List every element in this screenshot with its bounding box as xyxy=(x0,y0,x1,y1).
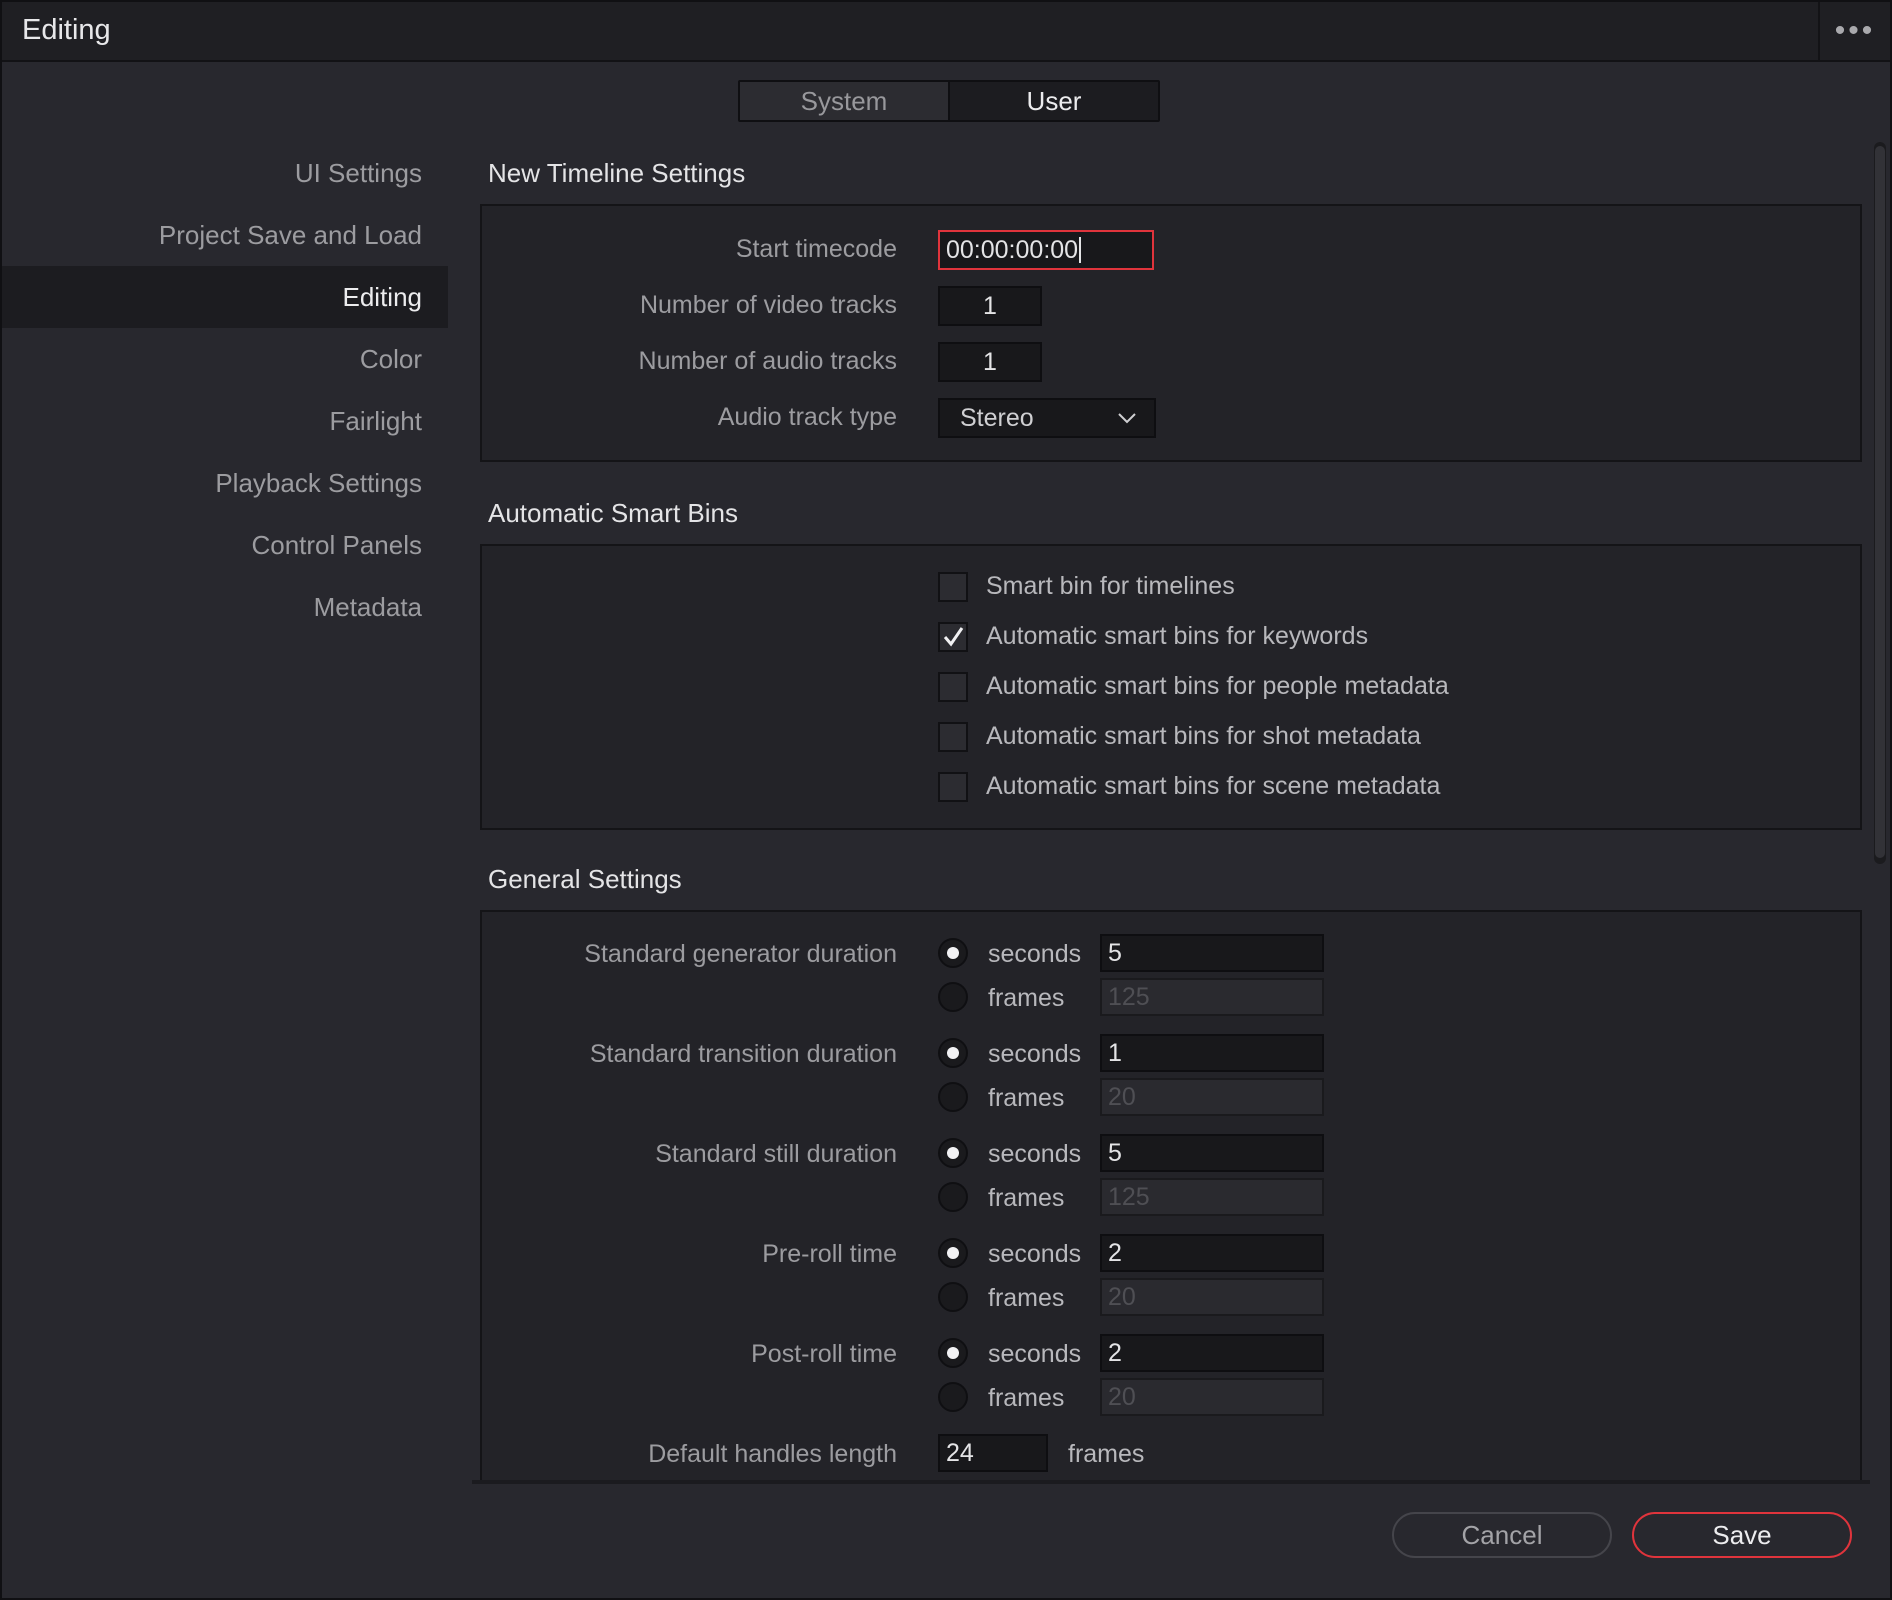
sidebar: UI Settings Project Save and Load Editin… xyxy=(2,142,448,638)
window-title: Editing xyxy=(22,14,111,46)
settings-content: New Timeline Settings Start timecode 00:… xyxy=(472,142,1876,1482)
smart-bins-keywords-label: Automatic smart bins for keywords xyxy=(986,622,1369,650)
smart-bins-shot-label: Automatic smart bins for shot metadata xyxy=(986,722,1421,750)
settings-scrollbar[interactable] xyxy=(1874,142,1886,864)
audio-track-type-select[interactable]: Stereo xyxy=(938,398,1156,438)
transition-seconds-input[interactable]: 1 xyxy=(1100,1034,1324,1072)
automatic-smart-bins-panel: Smart bin for timelines Automatic smart … xyxy=(480,544,1862,830)
handles-length-input[interactable]: 24 xyxy=(938,1434,1048,1472)
pre-roll-label: Pre-roll time xyxy=(762,1240,897,1268)
transition-duration-label: Standard transition duration xyxy=(589,1040,897,1068)
still-seconds-label: seconds xyxy=(988,1140,1082,1168)
still-frames-input[interactable]: 125 xyxy=(1100,1178,1324,1216)
still-frames-label: frames xyxy=(988,1184,1065,1212)
content-bottom-edge xyxy=(472,1480,1870,1484)
still-duration-label: Standard still duration xyxy=(655,1140,897,1168)
still-seconds-input[interactable]: 5 xyxy=(1100,1134,1324,1172)
start-timecode-value: 00:00:00:00 xyxy=(946,235,1079,264)
title-bar: Editing ••• xyxy=(2,2,1890,62)
post-roll-label: Post-roll time xyxy=(751,1340,897,1368)
transition-seconds-radio[interactable] xyxy=(938,1038,968,1068)
pre-roll-seconds-radio[interactable] xyxy=(938,1238,968,1268)
video-tracks-label: Number of video tracks xyxy=(639,291,897,319)
preferences-tabs: System User xyxy=(738,80,1160,122)
tab-user[interactable]: User xyxy=(950,82,1158,120)
new-timeline-settings-panel: Start timecode 00:00:00:00 Number of vid… xyxy=(480,204,1862,462)
smart-bins-shot-checkbox[interactable] xyxy=(938,722,968,752)
tab-system[interactable]: System xyxy=(740,82,950,120)
generator-frames-radio[interactable] xyxy=(938,982,968,1012)
generator-seconds-label: seconds xyxy=(988,940,1082,968)
generator-seconds-input[interactable]: 5 xyxy=(1100,934,1324,972)
smart-bins-keywords-checkbox[interactable] xyxy=(938,622,968,652)
post-roll-frames-label: frames xyxy=(988,1384,1065,1412)
scrollbar-thumb[interactable] xyxy=(1875,146,1885,858)
pre-roll-frames-radio[interactable] xyxy=(938,1282,968,1312)
more-options-icon[interactable]: ••• xyxy=(1818,2,1890,60)
sidebar-item-fairlight[interactable]: Fairlight xyxy=(2,390,448,452)
transition-frames-label: frames xyxy=(988,1084,1065,1112)
pre-roll-frames-input[interactable]: 20 xyxy=(1100,1278,1324,1316)
preferences-window: Editing ••• System User UI Settings Proj… xyxy=(0,0,1892,1600)
post-roll-frames-radio[interactable] xyxy=(938,1382,968,1412)
audio-tracks-input[interactable]: 1 xyxy=(938,342,1042,382)
text-caret xyxy=(1079,237,1082,263)
audio-track-type-label: Audio track type xyxy=(717,403,897,431)
sidebar-item-ui-settings[interactable]: UI Settings xyxy=(2,142,448,204)
video-tracks-input[interactable]: 1 xyxy=(938,286,1042,326)
sidebar-item-control-panels[interactable]: Control Panels xyxy=(2,514,448,576)
handles-length-unit: frames xyxy=(1068,1440,1145,1468)
generator-duration-label: Standard generator duration xyxy=(584,940,897,968)
smart-bins-scene-label: Automatic smart bins for scene metadata xyxy=(986,772,1441,800)
still-seconds-radio[interactable] xyxy=(938,1138,968,1168)
pre-roll-frames-label: frames xyxy=(988,1284,1065,1312)
generator-seconds-radio[interactable] xyxy=(938,938,968,968)
smart-bins-people-checkbox[interactable] xyxy=(938,672,968,702)
generator-frames-input[interactable]: 125 xyxy=(1100,978,1324,1016)
pre-roll-seconds-input[interactable]: 2 xyxy=(1100,1234,1324,1272)
sidebar-item-project-save-and-load[interactable]: Project Save and Load xyxy=(2,204,448,266)
still-frames-radio[interactable] xyxy=(938,1182,968,1212)
general-settings-title: General Settings xyxy=(488,864,682,894)
handles-length-label: Default handles length xyxy=(648,1440,897,1468)
transition-frames-input[interactable]: 20 xyxy=(1100,1078,1324,1116)
generator-frames-label: frames xyxy=(988,984,1065,1012)
smart-bins-scene-checkbox[interactable] xyxy=(938,772,968,802)
cancel-button[interactable]: Cancel xyxy=(1392,1512,1612,1558)
chevron-down-icon xyxy=(1118,413,1136,424)
general-settings-panel: Standard generator duration seconds 5 fr… xyxy=(480,910,1862,1482)
automatic-smart-bins-title: Automatic Smart Bins xyxy=(488,498,738,528)
transition-frames-radio[interactable] xyxy=(938,1082,968,1112)
checkmark-icon xyxy=(943,627,964,647)
post-roll-seconds-input[interactable]: 2 xyxy=(1100,1334,1324,1372)
new-timeline-settings-title: New Timeline Settings xyxy=(488,158,746,188)
sidebar-item-playback-settings[interactable]: Playback Settings xyxy=(2,452,448,514)
sidebar-item-color[interactable]: Color xyxy=(2,328,448,390)
sidebar-item-metadata[interactable]: Metadata xyxy=(2,576,448,638)
save-button[interactable]: Save xyxy=(1632,1512,1852,1558)
post-roll-frames-input[interactable]: 20 xyxy=(1100,1378,1324,1416)
smart-bins-people-label: Automatic smart bins for people metadata xyxy=(986,672,1449,700)
post-roll-seconds-label: seconds xyxy=(988,1340,1082,1368)
audio-track-type-value: Stereo xyxy=(960,403,1034,432)
start-timecode-label: Start timecode xyxy=(735,235,897,263)
pre-roll-seconds-label: seconds xyxy=(988,1240,1082,1268)
smart-bin-timelines-label: Smart bin for timelines xyxy=(986,572,1235,600)
transition-seconds-label: seconds xyxy=(988,1040,1082,1068)
audio-tracks-label: Number of audio tracks xyxy=(638,347,897,375)
sidebar-item-editing[interactable]: Editing xyxy=(2,266,448,328)
post-roll-seconds-radio[interactable] xyxy=(938,1338,968,1368)
start-timecode-input[interactable]: 00:00:00:00 xyxy=(938,230,1154,270)
smart-bin-timelines-checkbox[interactable] xyxy=(938,572,968,602)
